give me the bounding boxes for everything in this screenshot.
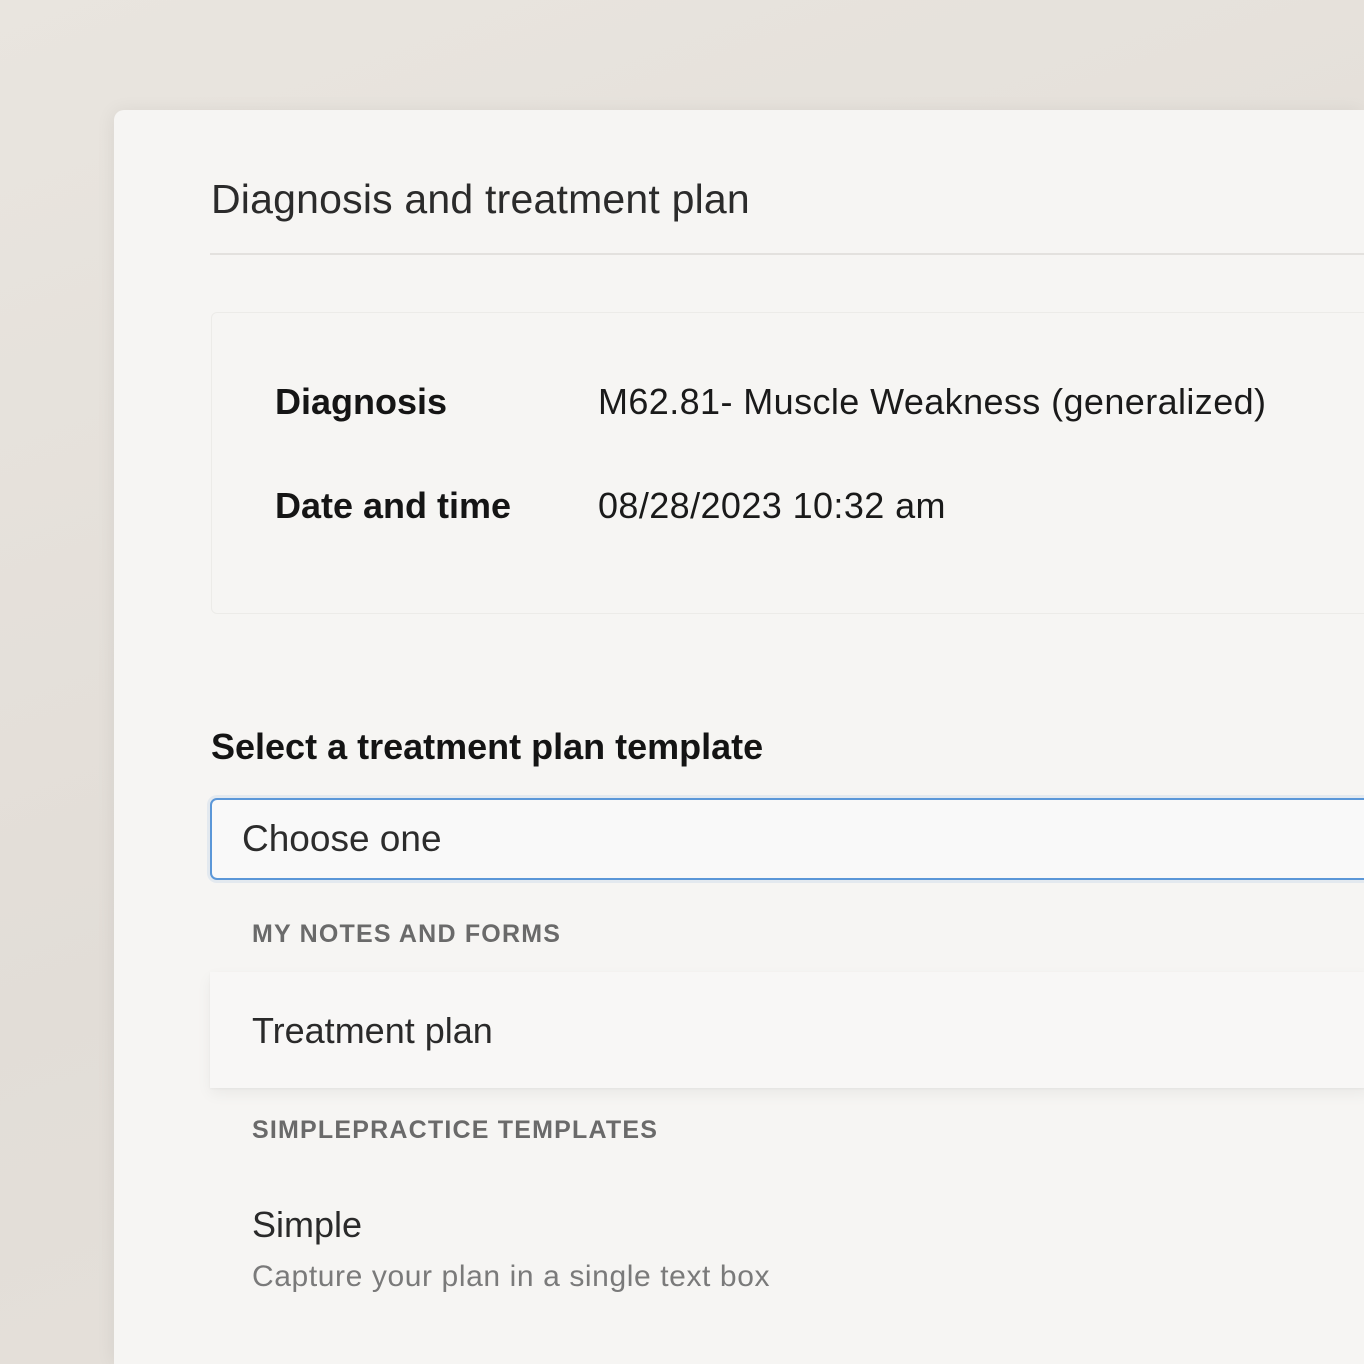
- diagnosis-info-card: Diagnosis M62.81- Muscle Weakness (gener…: [211, 312, 1364, 614]
- datetime-value: 08/28/2023 10:32 am: [598, 485, 946, 526]
- option-label: Treatment plan: [252, 1010, 493, 1051]
- template-select[interactable]: Choose one: [210, 798, 1364, 880]
- template-select-label: Select a treatment plan template: [211, 726, 764, 767]
- option-label: Simple: [252, 1204, 363, 1245]
- diagnosis-label: Diagnosis: [275, 381, 448, 422]
- template-select-value: Choose one: [242, 818, 442, 859]
- option-simple[interactable]: Simple Capture your plan in a single tex…: [210, 1184, 1364, 1304]
- treatment-plan-panel: Diagnosis and treatment plan Diagnosis M…: [114, 110, 1364, 1364]
- group-header-my-notes: MY NOTES AND FORMS: [252, 920, 562, 948]
- option-treatment-plan[interactable]: Treatment plan: [210, 972, 1364, 1088]
- diagnosis-value: M62.81- Muscle Weakness (generalized): [598, 381, 1267, 422]
- template-dropdown-menu: MY NOTES AND FORMS Treatment plan SIMPLE…: [210, 882, 1364, 1362]
- option-description: Capture your plan in a single text box: [252, 1260, 771, 1293]
- group-header-simplepractice: SIMPLEPRACTICE TEMPLATES: [252, 1116, 659, 1144]
- page-title: Diagnosis and treatment plan: [211, 176, 750, 222]
- datetime-label: Date and time: [275, 485, 512, 526]
- title-divider: [210, 253, 1364, 255]
